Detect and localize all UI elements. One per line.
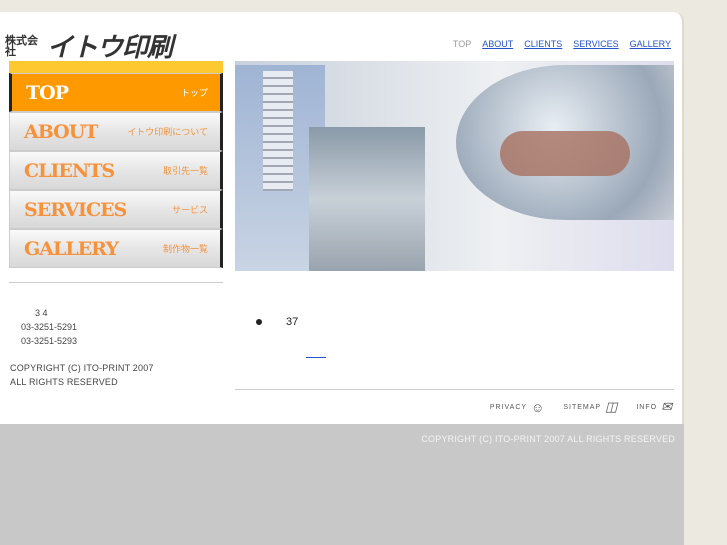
address-line: 3 4 (35, 308, 48, 318)
handshake-image (500, 131, 630, 176)
hero-image (235, 61, 674, 271)
divider (9, 282, 223, 283)
news-link[interactable] (306, 357, 326, 358)
copyright-line: COPYRIGHT (C) ITO-PRINT 2007 (10, 363, 154, 373)
topnav-about[interactable]: ABOUT (482, 39, 513, 49)
side-copyright: COPYRIGHT (C) ITO-PRINT 2007 ALL RIGHTS … (10, 361, 154, 389)
sitemap-link[interactable]: SITEMAP ◫ (563, 399, 618, 415)
tel: 03-3251-5291 (21, 322, 78, 332)
news-text: 37 (286, 316, 299, 328)
sidebar-accent (9, 61, 223, 73)
tower-image (263, 71, 293, 191)
topnav-gallery[interactable]: GALLERY (630, 39, 671, 49)
menu-sublabel: 制作物一覧 (162, 244, 208, 254)
menu-item-clients[interactable]: CLIENTS 取引先一覧 (9, 151, 223, 190)
logo-small: 株式会社 (5, 33, 38, 58)
copyright-line: ALL RIGHTS RESERVED (10, 377, 118, 387)
menu-label: CLIENTS (24, 159, 115, 182)
menu-sublabel: トップ (180, 88, 208, 98)
logo-big: イトウ印刷 (47, 33, 173, 63)
privacy-link[interactable]: PRIVACY ☺ (490, 400, 546, 415)
mail-icon: ✉ (661, 399, 673, 414)
menu-sublabel: 取引先一覧 (162, 166, 208, 176)
utility-nav: PRIVACY ☺ SITEMAP ◫ INFO ✉ (490, 399, 673, 415)
person-icon: ☺ (531, 399, 546, 415)
news-item: 37 (256, 316, 298, 328)
menu-sublabel: サービス (171, 205, 208, 215)
logo[interactable]: 株式会社 イトウ印刷 (5, 27, 173, 64)
side-menu: TOP トップ ABOUT イトウ印刷について CLIENTS 取引先一覧 SERVI… (9, 73, 223, 268)
topnav-services[interactable]: SERVICES (573, 39, 618, 49)
menu-label: ABOUT (24, 120, 98, 143)
menu-label: TOP (26, 81, 69, 104)
address: 3 4 03-3251-5291 03-3251-5293 (21, 306, 77, 348)
top-nav: TOP ABOUT CLIENTS SERVICES GALLERY (453, 39, 671, 49)
menu-sublabel: イトウ印刷について (127, 127, 208, 137)
menu-item-gallery[interactable]: GALLERY 制作物一覧 (9, 229, 223, 268)
info-label: INFO (636, 403, 658, 411)
divider (235, 389, 674, 390)
sitemap-label: SITEMAP (563, 403, 602, 411)
menu-label: SERVICES (24, 198, 127, 221)
sitemap-icon: ◫ (605, 399, 619, 414)
topnav-top[interactable]: TOP (453, 39, 471, 49)
fax: 03-3251-5293 (21, 336, 78, 346)
walkway-image (309, 127, 425, 271)
footer: COPYRIGHT (C) ITO-PRINT 2007 ALL RIGHTS … (0, 424, 684, 545)
topnav-clients[interactable]: CLIENTS (524, 39, 562, 49)
menu-item-services[interactable]: SERVICES サービス (9, 190, 223, 229)
menu-item-about[interactable]: ABOUT イトウ印刷について (9, 112, 223, 151)
footer-copyright: COPYRIGHT (C) ITO-PRINT 2007 ALL RIGHTS … (421, 434, 675, 444)
menu-item-top[interactable]: TOP トップ (9, 73, 223, 112)
info-link[interactable]: INFO ✉ (636, 399, 673, 415)
menu-label: GALLERY (24, 237, 119, 260)
bullet-icon (256, 319, 262, 326)
privacy-label: PRIVACY (489, 403, 528, 411)
